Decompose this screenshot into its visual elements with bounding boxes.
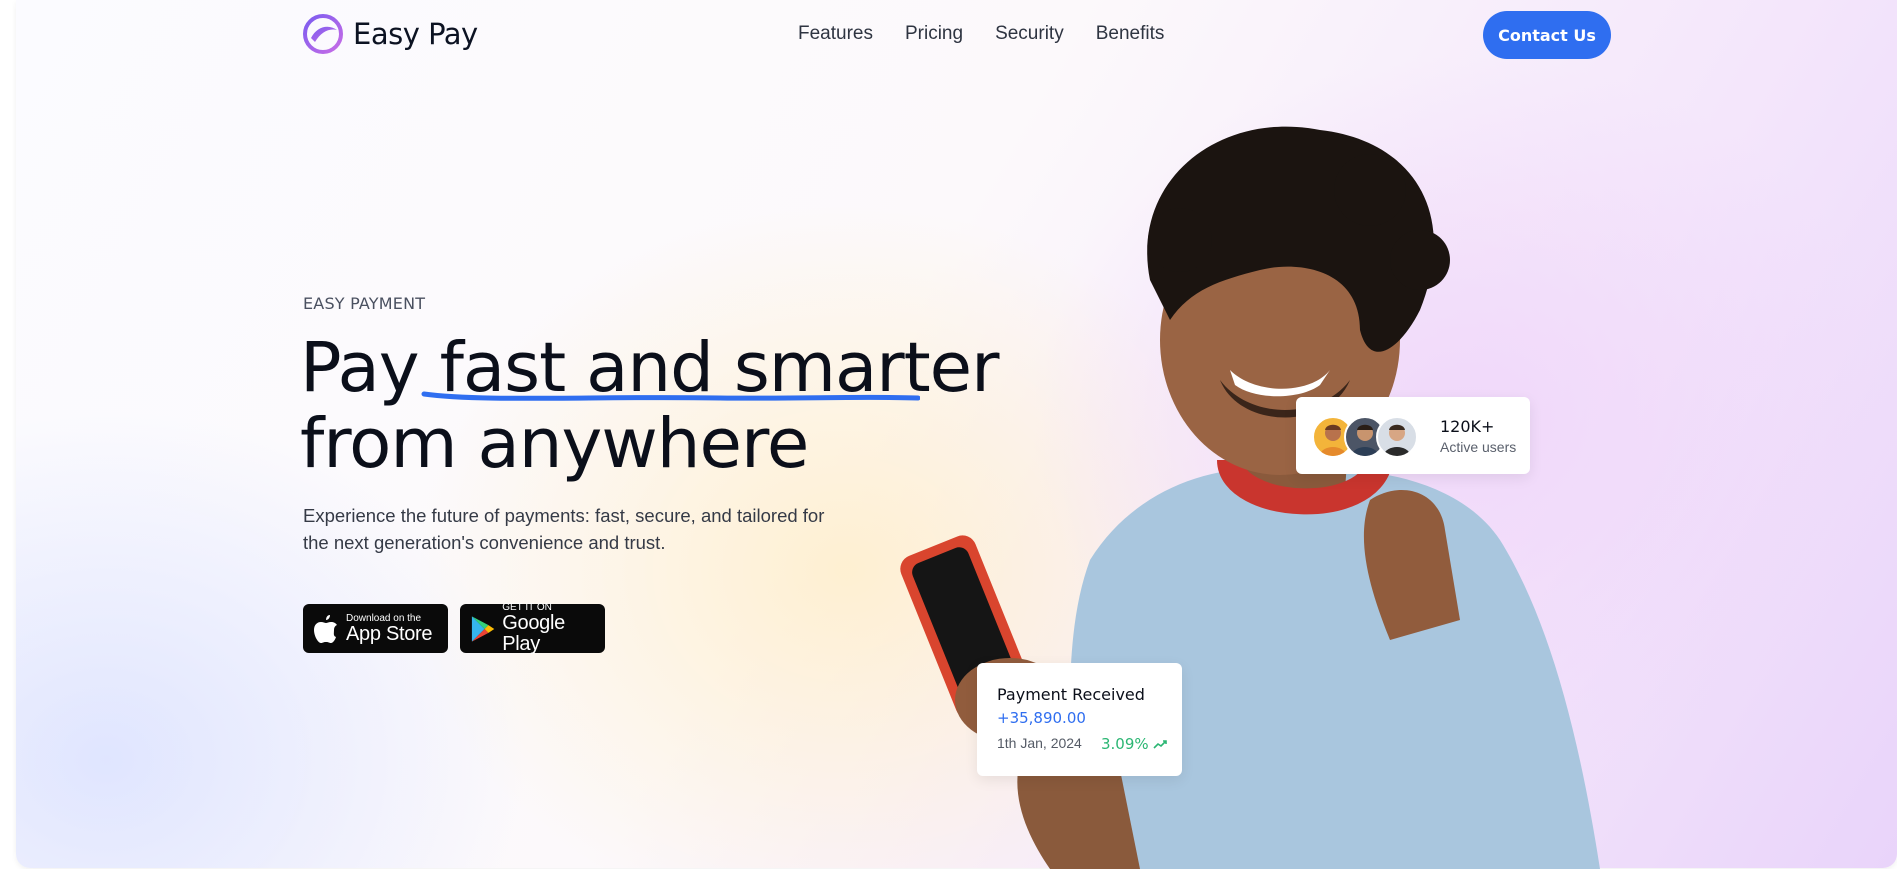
brand-name: Easy Pay <box>353 17 478 51</box>
hero-headline: Pay fast and smarter from anywhere <box>300 328 1000 484</box>
active-users-card: 120K+ Active users <box>1296 397 1530 474</box>
headline-line2: from anywhere <box>300 404 809 484</box>
app-store-big-label: App Store <box>346 622 433 645</box>
avatar <box>1376 416 1418 458</box>
hero-subtext: Experience the future of payments: fast,… <box>303 505 825 553</box>
logo[interactable]: Easy Pay <box>303 14 478 54</box>
payment-title: Payment Received <box>997 685 1145 704</box>
contact-us-button[interactable]: Contact Us <box>1483 11 1611 59</box>
payment-amount: +35,890.00 <box>997 709 1086 727</box>
headline-underline <box>421 391 920 401</box>
hero-eyebrow: EASY PAYMENT <box>303 294 426 313</box>
headline-part1: Pay <box>300 328 440 408</box>
app-store-small-label: Download on the <box>346 612 422 624</box>
trend-up-icon <box>1153 740 1167 749</box>
apple-icon <box>314 614 337 643</box>
active-users-label: Active users <box>1440 439 1517 455</box>
nav-link-pricing[interactable]: Pricing <box>905 23 963 45</box>
payment-change: 3.09% <box>1101 735 1167 753</box>
payment-received-card: Payment Received +35,890.00 1th Jan, 202… <box>977 663 1182 776</box>
payment-change-value: 3.09% <box>1101 735 1149 753</box>
active-users-count: 120K+ <box>1440 417 1495 436</box>
app-store-button[interactable]: Download on the App Store <box>303 604 448 653</box>
google-play-button[interactable]: GET IT ON Google Play <box>460 602 605 655</box>
payment-date: 1th Jan, 2024 <box>997 735 1082 751</box>
logo-icon <box>303 14 343 54</box>
google-play-big-label: Google Play <box>502 612 565 655</box>
nav-link-features[interactable]: Features <box>798 23 873 45</box>
main-nav: Features Pricing Security Benefits <box>798 23 1196 45</box>
nav-link-security[interactable]: Security <box>995 23 1064 45</box>
nav-link-benefits[interactable]: Benefits <box>1096 23 1165 45</box>
google-play-icon <box>471 615 495 642</box>
